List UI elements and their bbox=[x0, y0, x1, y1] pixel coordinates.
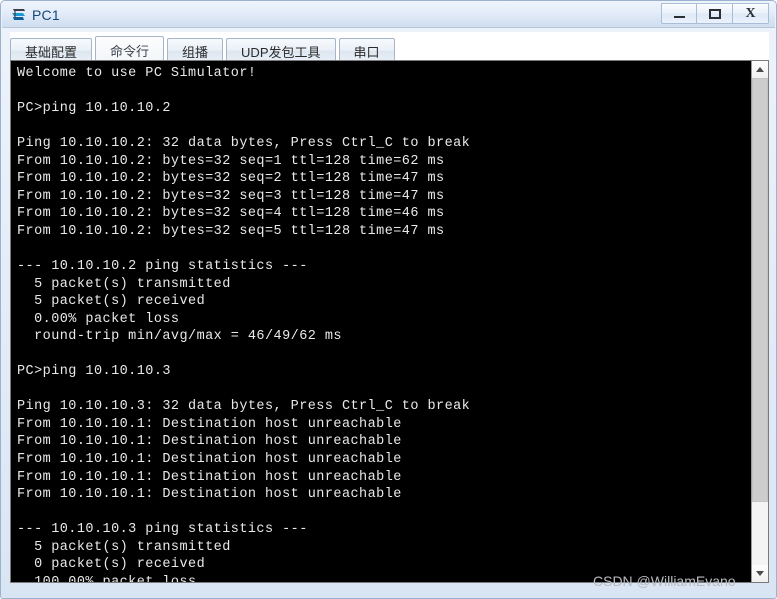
console-line: Ping 10.10.10.3: 32 data bytes, Press Ct… bbox=[17, 399, 471, 415]
console-line: Welcome to use PC Simulator! bbox=[17, 66, 257, 81]
console-line: 5 packet(s) transmitted bbox=[17, 539, 231, 555]
console-line: Ping 10.10.10.2: 32 data bytes, Press Ct… bbox=[17, 136, 471, 152]
console-line: 100.00% packet loss bbox=[17, 574, 751, 582]
scrollbar-thumb[interactable] bbox=[752, 78, 768, 502]
console-output[interactable]: Welcome to use PC Simulator! PC>ping 10.… bbox=[11, 61, 751, 582]
pc-simulator-icon bbox=[10, 6, 28, 24]
console-scrollbar[interactable] bbox=[751, 61, 768, 582]
window-title: PC1 bbox=[32, 7, 60, 23]
console-line: From 10.10.10.1: Destination host unreac… bbox=[17, 416, 402, 432]
minimize-icon bbox=[673, 16, 685, 18]
console-line: From 10.10.10.2: bytes=32 seq=5 ttl=128 … bbox=[17, 223, 445, 239]
close-icon: X bbox=[745, 5, 756, 21]
console-line: 5 packet(s) received bbox=[17, 294, 206, 310]
console-line: From 10.10.10.1: Destination host unreac… bbox=[17, 434, 402, 450]
console-line: PC>ping 10.10.10.3 bbox=[17, 364, 171, 380]
console-line: --- 10.10.10.2 ping statistics --- bbox=[17, 259, 308, 275]
title-bar: PC1 X bbox=[2, 2, 775, 28]
tab-label: UDP发包工具 bbox=[241, 44, 321, 60]
console-line: From 10.10.10.2: bytes=32 seq=1 ttl=128 … bbox=[17, 153, 445, 169]
console-line: From 10.10.10.1: Destination host unreac… bbox=[17, 452, 402, 468]
chevron-down-icon bbox=[756, 571, 764, 576]
tab-label: 串口 bbox=[353, 44, 380, 60]
scroll-down-button[interactable] bbox=[752, 565, 768, 582]
maximize-icon bbox=[708, 8, 721, 19]
console-line: 0 packet(s) received bbox=[17, 557, 206, 573]
console-line: --- 10.10.10.3 ping statistics --- bbox=[17, 522, 308, 538]
console-line: 5 packet(s) transmitted bbox=[17, 276, 231, 292]
console-panel: Welcome to use PC Simulator! PC>ping 10.… bbox=[10, 60, 769, 583]
console-line: From 10.10.10.2: bytes=32 seq=3 ttl=128 … bbox=[17, 188, 445, 204]
console-line: From 10.10.10.1: Destination host unreac… bbox=[17, 487, 402, 503]
minimize-button[interactable] bbox=[661, 3, 697, 24]
console-line: From 10.10.10.1: Destination host unreac… bbox=[17, 469, 402, 485]
scrollbar-track[interactable] bbox=[752, 78, 768, 565]
tab-label: 组播 bbox=[182, 44, 209, 60]
window-controls: X bbox=[661, 3, 769, 25]
console-line: PC>ping 10.10.10.2 bbox=[17, 101, 171, 117]
pc1-window: PC1 X 基础配置 命令行 组播 UDP发包工具 串口 Welcome to … bbox=[0, 0, 777, 599]
tab-label: 基础配置 bbox=[25, 44, 78, 60]
maximize-button[interactable] bbox=[697, 3, 733, 24]
close-button[interactable]: X bbox=[733, 3, 769, 24]
console-line: From 10.10.10.2: bytes=32 seq=2 ttl=128 … bbox=[17, 171, 445, 187]
console-line: 0.00% packet loss bbox=[17, 311, 180, 327]
chevron-up-icon bbox=[756, 67, 764, 72]
scroll-up-button[interactable] bbox=[752, 61, 768, 78]
console-line: round-trip min/avg/max = 46/49/62 ms bbox=[17, 329, 342, 345]
console-line: From 10.10.10.2: bytes=32 seq=4 ttl=128 … bbox=[17, 206, 445, 222]
tab-label: 命令行 bbox=[110, 43, 150, 59]
